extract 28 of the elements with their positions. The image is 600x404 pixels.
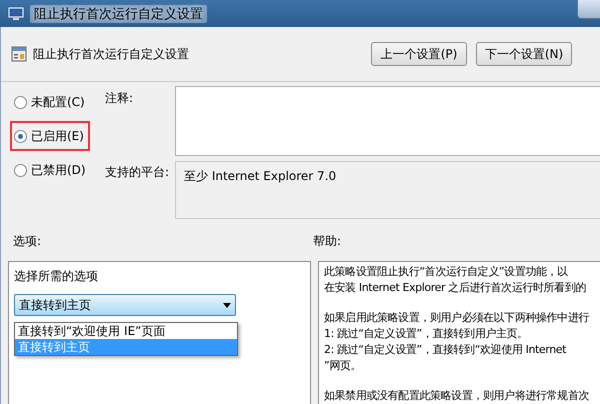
options-prompt: 选择所需的选项 xyxy=(14,269,98,283)
help-text: 此策略设置阻止执行“首次运行自定义”设置功能，以 xyxy=(324,264,569,280)
radio-label[interactable]: 已禁用(D) xyxy=(31,162,86,178)
help-text: ”网页。 xyxy=(324,358,362,374)
comment-label: 注释: xyxy=(105,90,134,107)
options-label: 选项: xyxy=(13,233,42,250)
radio-label[interactable]: 已启用(E) xyxy=(31,128,84,144)
help-text: 如果禁用或没有配置此策略设置，则用户将进行常规首次 xyxy=(324,388,590,404)
radio-button[interactable] xyxy=(14,96,27,108)
setting-title: 阻止执行首次运行自定义设置 xyxy=(33,46,190,62)
minimize-button[interactable] xyxy=(577,0,600,19)
radio-button[interactable] xyxy=(14,130,27,142)
nav-button[interactable]: 上一个设置(P) xyxy=(371,42,467,66)
settings-page-icon xyxy=(11,46,27,62)
platform-field: 至少 Internet Explorer 7.0 xyxy=(175,161,600,219)
radio-label[interactable]: 未配置(C) xyxy=(31,94,85,110)
nav-button[interactable]: 下一个设置(N) xyxy=(476,42,572,66)
dropdown[interactable]: 直接转到主页 xyxy=(14,294,236,316)
platform-label: 支持的平台: xyxy=(105,164,170,181)
comment-field[interactable] xyxy=(175,86,600,156)
help-label: 帮助: xyxy=(313,233,342,250)
help-text: 如果启用此策略设置，则用户必须在以下两种操作中进行 xyxy=(324,310,590,326)
help-text: 2: 跳过“自定义设置”，直接转到“欢迎使用 Internet xyxy=(324,342,568,358)
help-text: 在安装 Internet Explorer 之后进行首次运行时所看到的 xyxy=(324,280,587,296)
help-text: 1: 跳过“自定义设置”，直接转到用户主页。 xyxy=(324,326,529,342)
radio-button[interactable] xyxy=(14,164,27,176)
dropdown-option[interactable]: 直接转到“欢迎使用 IE”页面 xyxy=(15,323,237,339)
caret-icon xyxy=(223,302,231,308)
